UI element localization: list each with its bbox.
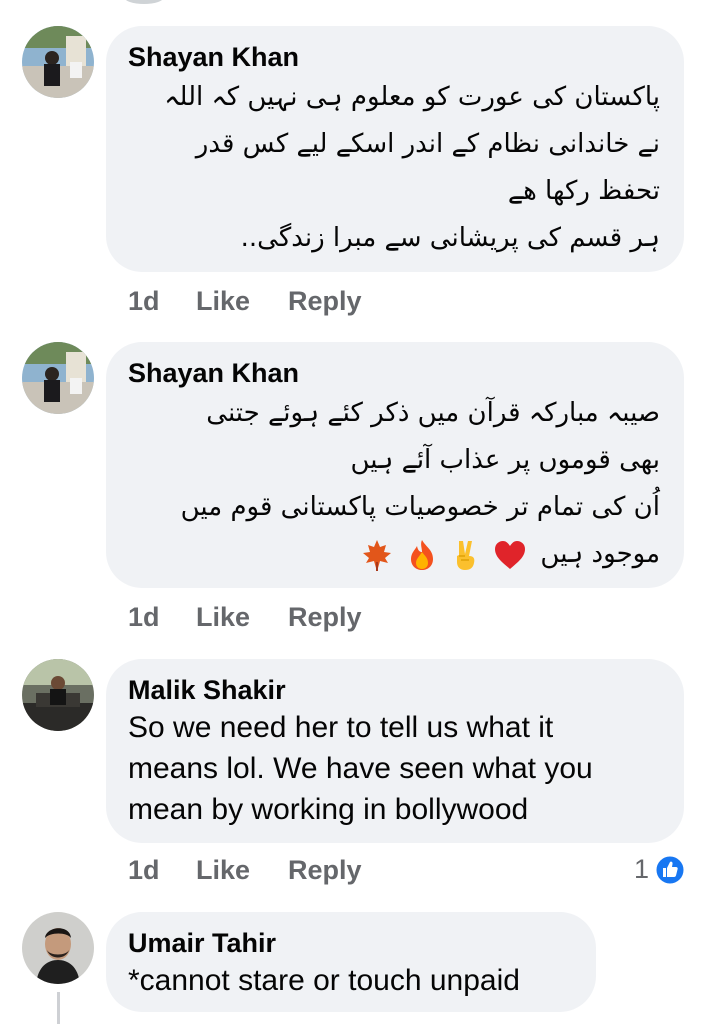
avatar[interactable] [22,659,94,731]
comment-timestamp[interactable]: 1d [128,602,196,633]
comment-line: means lol. We have seen what you [128,752,593,785]
comment-line: تحفظ رکھا ھے [507,176,660,206]
comment-author[interactable]: Umair Tahir [128,926,572,960]
comment-bubble: Shayan Khan پاکستان کی عورت کو معلوم ہی … [106,26,684,272]
comment-line: بھی قوموں پر عذاب آئے ہیں [350,445,660,475]
comment-line: صیبہ مبارکہ قرآن میں ذکر کئے ہوئے جتنی [206,398,660,428]
maple-leaf-emoji [363,539,392,571]
comment-line: موجود ہیں [128,531,660,578]
thumbs-up-icon [655,855,685,884]
comment-author[interactable]: Shayan Khan [128,40,660,74]
comment-line: mean by working in bollywood [128,793,529,826]
previous-avatar-edge [124,0,164,4]
comment-timestamp[interactable]: 1d [128,855,196,886]
reply-button[interactable]: Reply [288,286,362,317]
reply-button[interactable]: Reply [288,855,362,886]
victory-hand-emoji [456,540,475,570]
comment-bubble: Shayan Khan صیبہ مبارکہ قرآن میں ذکر کئے… [106,342,684,588]
like-button[interactable]: Like [196,286,288,317]
avatar[interactable] [22,26,94,98]
comment-bubble: Umair Tahir *cannot stare or touch unpai… [106,912,596,1012]
like-button[interactable]: Like [196,602,288,633]
comment-actions: 1d Like Reply [128,602,362,633]
like-button[interactable]: Like [196,855,288,886]
comment-actions: 1d Like Reply [128,286,362,317]
comment-line: So we need her to tell us what it [128,711,554,744]
comment-bubble: Malik Shakir So we need her to tell us w… [106,659,684,843]
comment-line: اُن کی تمام تر خصوصیات پاکستانی قوم میں [180,492,660,522]
heart-emoji [495,540,526,569]
comment-actions: 1d Like Reply [128,855,362,886]
avatar[interactable] [22,342,94,414]
comment-text: So we need her to tell us what it means … [128,707,660,830]
reply-button[interactable]: Reply [288,602,362,633]
comment-line: ہر قسم کی پریشانی سے مبرا زندگی.. [240,223,660,253]
reaction-summary[interactable]: 1 [634,854,685,885]
comment-timestamp[interactable]: 1d [128,286,196,317]
emoji-row [359,531,528,578]
comment-text: *cannot stare or touch unpaid [128,960,572,1001]
comment-author[interactable]: Malik Shakir [128,673,660,707]
comment-line: پاکستان کی عورت کو معلوم ہی نہیں کہ اللہ [164,82,660,112]
comment-text: پاکستان کی عورت کو معلوم ہی نہیں کہ اللہ… [128,74,660,262]
comment-line-text: موجود ہیں [540,539,660,569]
comment-line: نے خاندانی نظام کے اندر اسکے لیے کس قدر [195,129,660,159]
comment-line: *cannot stare or touch unpaid [128,964,520,997]
reaction-count: 1 [633,854,649,884]
avatar[interactable] [22,912,94,984]
comment-author[interactable]: Shayan Khan [128,356,660,390]
comment-text: صیبہ مبارکہ قرآن میں ذکر کئے ہوئے جتنی ب… [128,390,660,578]
fire-emoji [410,539,433,570]
reply-thread-line [57,992,60,1024]
